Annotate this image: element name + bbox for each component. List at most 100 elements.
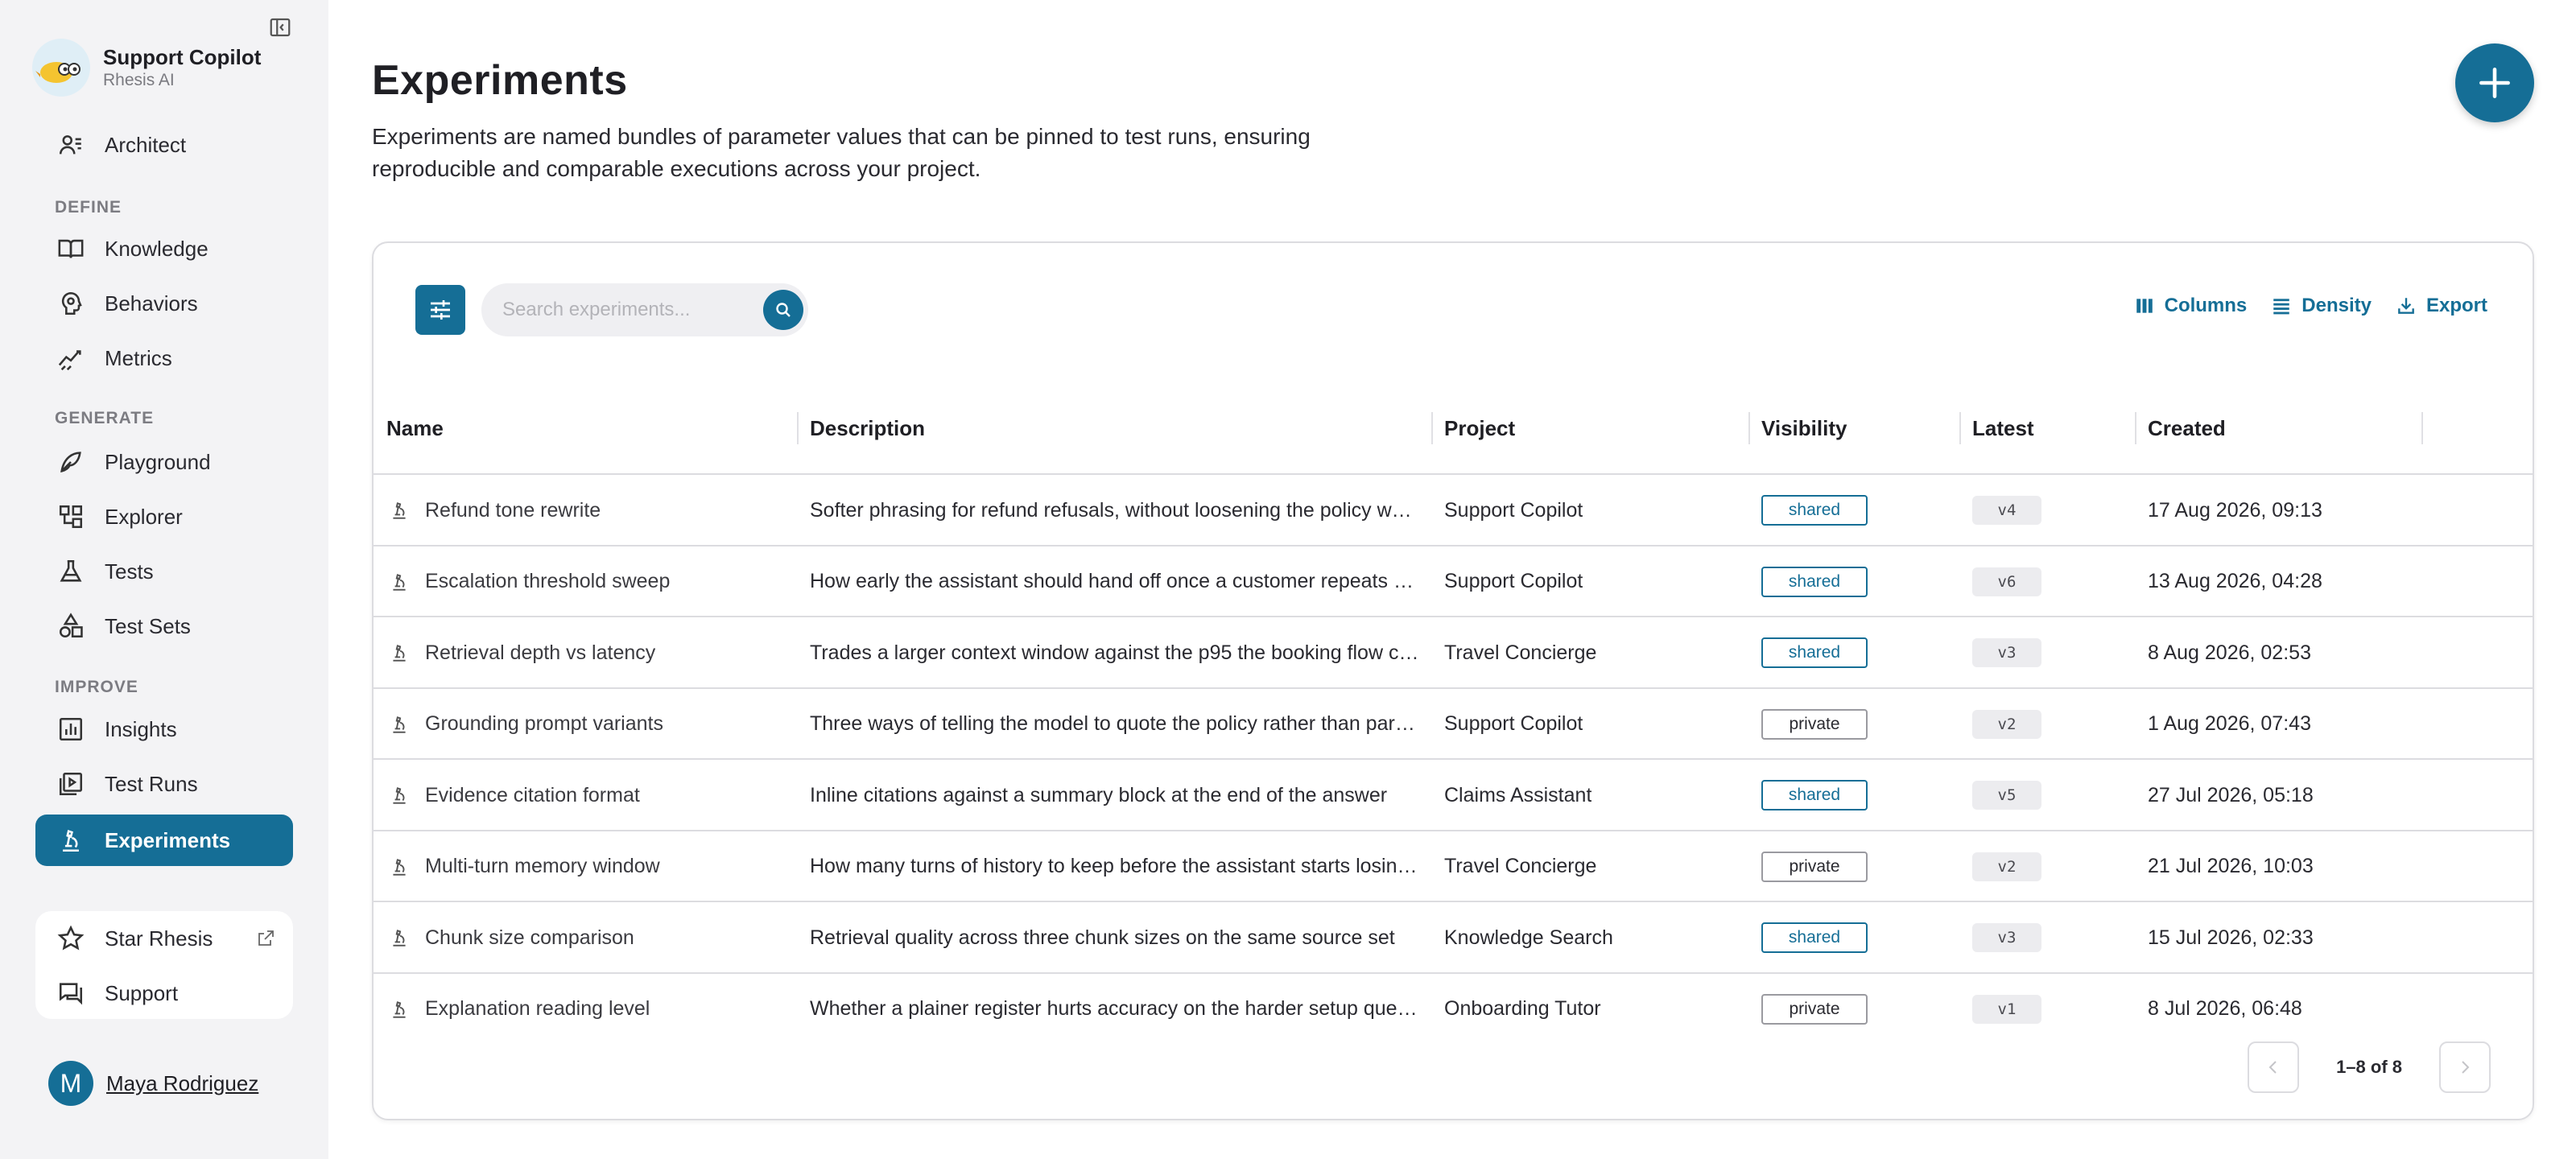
brand-logo [32,39,90,97]
version-badge: v3 [1972,638,2041,667]
sidebar-item-tests[interactable]: Tests [35,546,293,597]
cell-latest: v4 [1972,475,2041,546]
column-header-visibility[interactable]: Visibility [1748,382,1847,475]
column-header-created[interactable]: Created [2135,382,2226,475]
version-badge: v5 [1972,781,2041,810]
cell-name: Evidence citation format [388,760,640,831]
experiment-description: Softer phrasing for refund refusals, wit… [810,498,1422,522]
sidebar-item-metrics[interactable]: Metrics [35,332,293,384]
sidebar-item-label: Explorer [105,504,183,529]
experiment-description: Three ways of telling the model to quote… [810,712,1422,735]
experiment-created: 21 Jul 2026, 10:03 [2148,855,2314,877]
flask-icon [55,555,87,588]
sidebar-item-label: Test Sets [105,613,191,638]
experiment-description: Retrieval quality across three chunk siz… [810,926,1395,949]
sidebar-item-label: Experiments [105,827,231,852]
export-button[interactable]: Export [2396,295,2487,317]
version-badge: v3 [1972,923,2041,952]
star-icon [55,922,87,955]
cell-project: Support Copilot [1444,475,1583,546]
experiment-description: Trades a larger context window against t… [810,641,1422,664]
experiment-icon [388,571,411,593]
table-row[interactable]: Evidence citation format Inline citations… [374,760,2533,831]
cell-latest: v2 [1972,831,2041,902]
experiment-icon [388,784,411,806]
column-header-description[interactable]: Description [797,382,925,475]
cell-description: How many turns of history to keep before… [810,831,1422,902]
sidebar-item-test-sets[interactable]: Test Sets [35,600,293,652]
sidebar-item-test-runs[interactable]: Test Runs [35,758,293,810]
add-experiment-button[interactable] [2455,43,2534,122]
column-header-latest[interactable]: Latest [1959,382,2034,475]
table-row[interactable]: Escalation threshold sweep How early the … [374,547,2533,617]
sidebar-item-label: Metrics [105,345,172,370]
page-description: Experiments are named bundles of paramet… [372,124,1311,181]
sidebar-item-behaviors[interactable]: Behaviors [35,278,293,329]
chat-icon [55,977,87,1009]
export-label: Export [2425,295,2487,316]
table-row[interactable]: Grounding prompt variants Three ways of t… [374,689,2533,760]
page-range: 1–8 of 8 [2336,1057,2402,1077]
brand[interactable]: Support Copilot Rhesis AI [32,39,261,97]
experiment-project: Knowledge Search [1444,926,1613,949]
visibility-badge: private [1761,708,1868,740]
cell-visibility: shared [1761,902,1868,973]
sidebar-bottom-card: Star Rhesis Support [35,911,293,1019]
sidebar-item-architect[interactable]: Architect [35,119,293,171]
avatar: M [48,1061,93,1106]
page-title: Experiments [372,57,628,104]
experiment-name: Refund tone rewrite [425,498,601,522]
sidebar-item-knowledge[interactable]: Knowledge [35,223,293,274]
filter-button[interactable] [415,285,465,335]
experiment-icon [55,824,87,856]
column-separator[interactable] [2421,412,2423,444]
visibility-badge: shared [1761,780,1868,810]
cell-latest: v5 [1972,760,2041,831]
density-button[interactable]: Density [2271,295,2372,317]
cell-created: 17 Aug 2026, 09:13 [2148,475,2322,546]
cell-created: 27 Jul 2026, 05:18 [2148,760,2314,831]
experiment-name: Grounding prompt variants [425,712,663,735]
experiment-name: Chunk size comparison [425,926,634,949]
cell-latest: v6 [1972,547,2041,617]
column-header-project[interactable]: Project [1431,382,1515,475]
cell-visibility: private [1761,831,1868,902]
previous-page-button[interactable] [2248,1041,2300,1093]
sidebar-item-support[interactable]: Support [35,967,293,1019]
cell-name: Multi-turn memory window [388,831,660,902]
sidebar-item-experiments[interactable]: Experiments [35,815,293,866]
table-row[interactable]: Chunk size comparison Retrieval quality a… [374,902,2533,974]
experiment-description: How many turns of history to keep before… [810,855,1422,877]
cell-latest: v2 [1972,689,2041,760]
cell-name: Explanation reading level [388,974,650,1045]
table-row[interactable]: Retrieval depth vs latency Trades a large… [374,617,2533,689]
version-badge: v2 [1972,852,2041,881]
table-row[interactable]: Refund tone rewrite Softer phrasing for r… [374,475,2533,547]
cell-name: Chunk size comparison [388,902,634,973]
sidebar-item-insights[interactable]: Insights [35,703,293,755]
visibility-badge: private [1761,993,1868,1025]
column-header-name[interactable]: Name [374,382,444,475]
search-button[interactable] [763,290,803,330]
search-input[interactable] [502,283,760,336]
table-row[interactable]: Explanation reading level Whether a plain… [374,974,2533,1046]
version-badge: v4 [1972,496,2041,525]
sidebar-item-star-rhesis[interactable]: Star Rhesis [35,913,293,964]
experiment-name: Multi-turn memory window [425,855,660,877]
user-profile[interactable]: M Maya Rodriguez [48,1061,258,1106]
cell-project: Travel Concierge [1444,831,1596,902]
cell-description: Retrieval quality across three chunk siz… [810,902,1422,973]
table-row[interactable]: Multi-turn memory window How many turns o… [374,831,2533,902]
columns-button[interactable]: Columns [2134,295,2247,317]
user-name[interactable]: Maya Rodriguez [106,1071,258,1096]
sidebar-collapse-button[interactable] [264,11,296,43]
sidebar-item-label: Knowledge [105,236,208,261]
next-page-button[interactable] [2439,1041,2491,1093]
download-icon [2398,298,2414,314]
chart-icon [55,713,87,745]
sidebar-item-playground[interactable]: Playground [35,436,293,488]
cell-latest: v3 [1972,902,2041,973]
sidebar-item-explorer[interactable]: Explorer [35,491,293,542]
brand-org: Rhesis AI [103,71,175,89]
experiment-description: How early the assistant should hand off … [810,570,1422,592]
